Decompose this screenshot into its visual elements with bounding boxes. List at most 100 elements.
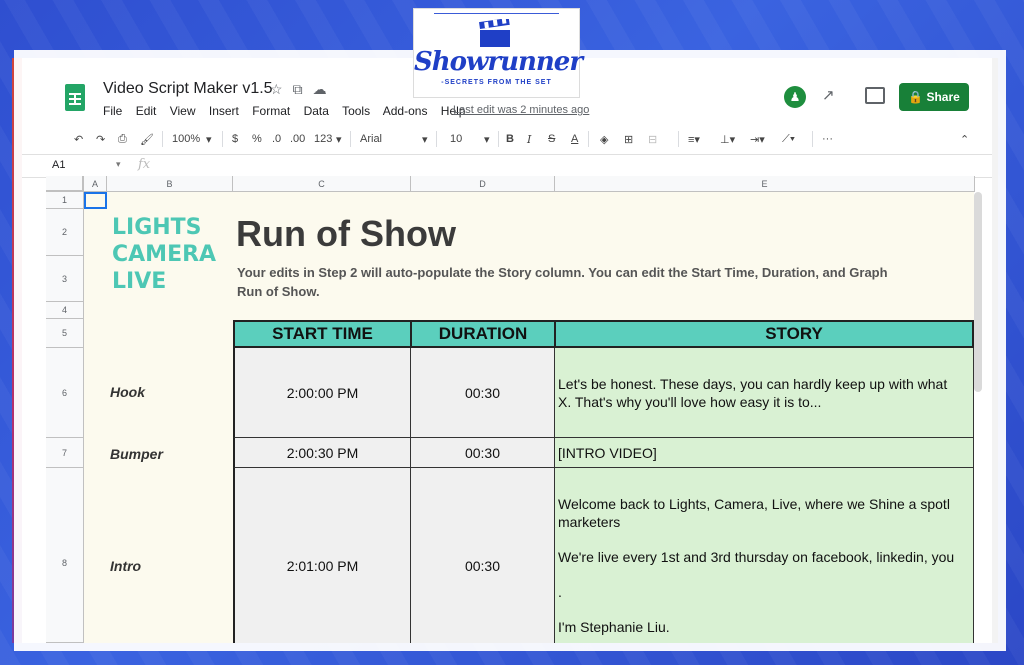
vertical-align-icon[interactable]: ⊥▾ bbox=[720, 133, 735, 146]
print-icon[interactable]: ⎙ bbox=[118, 133, 127, 146]
row-header[interactable]: 8 bbox=[46, 468, 84, 643]
undo-icon[interactable]: ↶ bbox=[74, 133, 83, 146]
story-header[interactable]: STORY bbox=[554, 320, 974, 348]
story-cell[interactable]: Welcome back to Lights, Camera, Live, wh… bbox=[555, 468, 974, 643]
fill-color-icon[interactable]: ◈ bbox=[600, 133, 608, 146]
start-time-cell[interactable]: 2:01:00 PM bbox=[233, 468, 411, 643]
duration-header[interactable]: DURATION bbox=[410, 320, 556, 348]
borders-icon[interactable]: ⊞ bbox=[624, 133, 633, 146]
more-formats-button[interactable]: 123 bbox=[314, 133, 332, 145]
column-header[interactable]: A bbox=[84, 176, 107, 192]
bold-icon[interactable]: B bbox=[506, 133, 514, 145]
chevron-down-icon[interactable]: ▾ bbox=[336, 133, 342, 146]
toolbar-divider bbox=[812, 131, 813, 147]
user-avatar-icon[interactable]: ♟ bbox=[784, 86, 806, 108]
selected-cell[interactable] bbox=[84, 192, 107, 209]
last-edit-link[interactable]: Last edit was 2 minutes ago bbox=[453, 104, 589, 116]
comments-icon[interactable] bbox=[865, 87, 885, 104]
subtitle-line: Run of Show. bbox=[237, 284, 320, 299]
strikethrough-icon[interactable]: S bbox=[548, 133, 555, 145]
row-header[interactable]: 5 bbox=[46, 319, 84, 348]
increase-decimal-button[interactable]: .00 bbox=[290, 133, 305, 145]
segment-label[interactable]: Bumper bbox=[110, 446, 163, 462]
menu-tools[interactable]: Tools bbox=[342, 104, 370, 118]
showrunner-logo: Showrunner -SECRETS FROM THE SET bbox=[413, 8, 583, 98]
menu-data[interactable]: Data bbox=[304, 104, 329, 118]
sheets-logo-icon[interactable] bbox=[65, 84, 85, 111]
logo-wordmark: Showrunner bbox=[414, 47, 583, 77]
row-header[interactable]: 1 bbox=[46, 192, 84, 209]
fx-icon: fx bbox=[138, 157, 151, 172]
menu-file[interactable]: File bbox=[103, 104, 122, 118]
menu-addons[interactable]: Add-ons bbox=[383, 104, 428, 118]
name-box[interactable]: A1 bbox=[52, 159, 65, 171]
toolbar-divider bbox=[498, 131, 499, 147]
font-size-select[interactable]: 10 bbox=[450, 133, 462, 145]
format-percent-button[interactable]: % bbox=[252, 133, 262, 145]
row-header[interactable]: 3 bbox=[46, 256, 84, 302]
chevron-down-icon[interactable]: ▾ bbox=[422, 133, 428, 146]
cloud-status-icon[interactable]: ☁ bbox=[313, 81, 327, 97]
column-header[interactable]: C bbox=[233, 176, 411, 192]
menu-format[interactable]: Format bbox=[252, 104, 290, 118]
more-options-icon[interactable]: ··· bbox=[822, 133, 833, 145]
duration-cell[interactable]: 00:30 bbox=[411, 438, 555, 468]
chevron-down-icon[interactable]: ▾ bbox=[206, 133, 212, 146]
share-button[interactable]: 🔒 Share bbox=[899, 83, 969, 111]
merge-cells-icon[interactable]: ⊟ bbox=[648, 133, 657, 146]
story-line: We're live every 1st and 3rd thursday on… bbox=[558, 549, 955, 565]
clapperboard-icon bbox=[479, 19, 510, 47]
horizontal-align-icon[interactable]: ≡▾ bbox=[688, 133, 700, 146]
decrease-decimal-button[interactable]: .0 bbox=[272, 133, 281, 145]
chevron-down-icon[interactable]: ▾ bbox=[484, 133, 490, 146]
start-time-cell[interactable]: 2:00:00 PM bbox=[233, 348, 411, 438]
row-header[interactable]: 7 bbox=[46, 438, 84, 468]
story-line: marketers bbox=[558, 514, 621, 530]
story-line: [INTRO VIDEO] bbox=[558, 445, 657, 461]
start-time-cell[interactable]: 2:00:30 PM bbox=[233, 438, 411, 468]
column-header[interactable]: D bbox=[411, 176, 555, 192]
select-all-corner[interactable] bbox=[46, 176, 84, 192]
menu-bar: File Edit View Insert Format Data Tools … bbox=[103, 104, 475, 118]
text-rotate-icon[interactable]: ⟋▾ bbox=[782, 133, 795, 146]
row-header[interactable]: 6 bbox=[46, 348, 84, 438]
duration-cell[interactable]: 00:30 bbox=[411, 348, 555, 438]
toolbar: ↶ ↷ ⎙ 🖌 100% ▾ $ % .0 .00 123 ▾ Arial ▾ … bbox=[22, 125, 992, 153]
zoom-select[interactable]: 100% bbox=[172, 133, 200, 145]
start-time-header[interactable]: START TIME bbox=[233, 320, 412, 348]
story-line: I'm Stephanie Liu. bbox=[558, 619, 670, 635]
row-header[interactable]: 2 bbox=[46, 209, 84, 256]
side-gradient-strip bbox=[12, 58, 22, 643]
activity-trend-icon[interactable]: ↗ bbox=[822, 86, 835, 104]
vertical-scrollbar[interactable] bbox=[974, 192, 982, 392]
chevron-down-icon[interactable]: ▾ bbox=[116, 159, 121, 170]
story-cell[interactable]: [INTRO VIDEO] bbox=[555, 438, 974, 468]
collapse-toolbar-icon[interactable]: ⌃ bbox=[960, 133, 969, 146]
menu-view[interactable]: View bbox=[170, 104, 196, 118]
toolbar-divider bbox=[588, 131, 589, 147]
format-currency-button[interactable]: $ bbox=[232, 133, 238, 145]
italic-icon[interactable]: I bbox=[527, 133, 531, 146]
redo-icon[interactable]: ↷ bbox=[96, 133, 105, 146]
text-wrap-icon[interactable]: ⇥▾ bbox=[750, 133, 765, 146]
logo-tagline: -SECRETS FROM THE SET bbox=[441, 79, 552, 86]
star-icon[interactable]: ☆ bbox=[270, 81, 283, 97]
paint-format-icon[interactable]: 🖌 bbox=[140, 133, 154, 146]
document-title[interactable]: Video Script Maker v1.5 bbox=[103, 80, 273, 98]
column-header[interactable]: B bbox=[107, 176, 233, 192]
segment-label[interactable]: Hook bbox=[110, 384, 145, 400]
menu-insert[interactable]: Insert bbox=[209, 104, 239, 118]
toolbar-divider bbox=[350, 131, 351, 147]
story-cell[interactable]: Let's be honest. These days, you can har… bbox=[555, 348, 974, 438]
duration-cell[interactable]: 00:30 bbox=[411, 468, 555, 643]
toolbar-divider bbox=[436, 131, 437, 147]
move-folder-icon[interactable]: ⧉ bbox=[293, 81, 303, 97]
column-header[interactable]: E bbox=[555, 176, 975, 192]
toolbar-divider bbox=[162, 131, 163, 147]
segment-label[interactable]: Intro bbox=[110, 558, 141, 574]
font-select[interactable]: Arial bbox=[360, 133, 382, 145]
menu-edit[interactable]: Edit bbox=[136, 104, 157, 118]
text-color-icon[interactable]: A bbox=[571, 133, 578, 145]
sheets-window: Video Script Maker v1.5 ☆ ⧉ ☁ File Edit Vi… bbox=[22, 58, 998, 643]
row-header[interactable]: 4 bbox=[46, 302, 84, 319]
